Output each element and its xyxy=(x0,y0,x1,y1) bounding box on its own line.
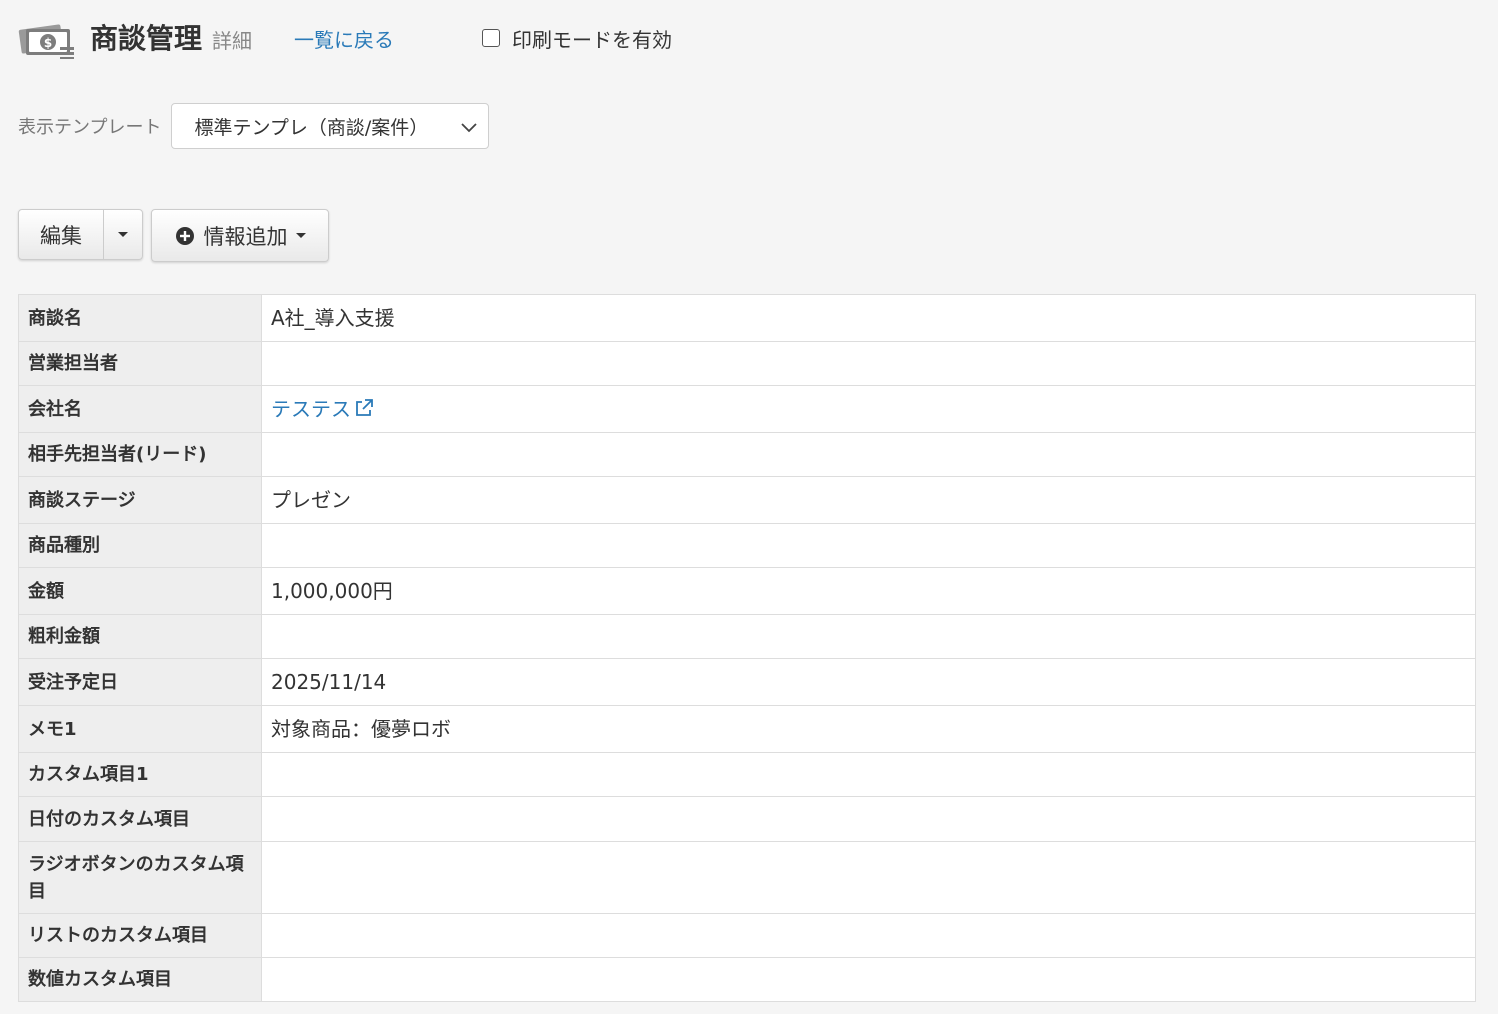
chevron-down-icon xyxy=(461,123,478,133)
external-link-icon[interactable] xyxy=(354,398,374,418)
table-row: 営業担当者 xyxy=(18,341,1476,386)
table-row: 日付のカスタム項目 xyxy=(18,796,1476,842)
company-link[interactable]: テステス xyxy=(271,397,351,421)
field-label: 数値カスタム項目 xyxy=(18,957,262,1002)
template-selected-value: 標準テンプレ（商談/案件） xyxy=(194,116,429,139)
template-label: 表示テンプレート xyxy=(18,117,162,138)
table-row: 商品種別 xyxy=(18,523,1476,568)
field-label: 粗利金額 xyxy=(18,614,262,659)
table-row: メモ1 対象商品：優夢ロボ xyxy=(18,705,1476,753)
field-label: 商品種別 xyxy=(18,523,262,568)
field-label: メモ1 xyxy=(18,705,262,753)
field-value: プレゼン xyxy=(261,476,1476,524)
field-value xyxy=(261,432,1476,477)
svg-text:$: $ xyxy=(44,36,52,50)
page-header: $ 商談管理 詳細 一覧に戻る 印刷モードを有効 xyxy=(18,12,672,62)
table-row: リストのカスタム項目 xyxy=(18,913,1476,958)
field-value xyxy=(261,913,1476,958)
field-label: 金額 xyxy=(18,567,262,615)
edit-button[interactable]: 編集 xyxy=(19,210,104,259)
detail-table: 商談名 A社_導入支援 営業担当者 会社名 テステス 相手先担当者(リード) 商… xyxy=(18,294,1476,1002)
edit-dropdown-toggle[interactable] xyxy=(104,210,142,259)
field-value: 対象商品：優夢ロボ xyxy=(261,705,1476,753)
page-subtitle: 詳細 xyxy=(212,28,253,53)
field-label: ラジオボタンのカスタム項目 xyxy=(18,841,262,914)
field-label: 商談名 xyxy=(18,294,262,342)
plus-circle-icon xyxy=(175,226,194,245)
print-mode-label: 印刷モードを有効 xyxy=(512,27,673,52)
field-value xyxy=(261,752,1476,797)
field-label: 相手先担当者(リード) xyxy=(18,432,262,477)
caret-down-icon xyxy=(118,232,128,237)
field-value: A社_導入支援 xyxy=(261,294,1476,342)
template-select[interactable]: 標準テンプレ（商談/案件） xyxy=(171,103,490,149)
table-row: カスタム項目1 xyxy=(18,752,1476,797)
field-label: 受注予定日 xyxy=(18,658,262,706)
field-label: リストのカスタム項目 xyxy=(18,913,262,958)
field-label: 商談ステージ xyxy=(18,476,262,524)
table-row: ラジオボタンのカスタム項目 xyxy=(18,841,1476,914)
field-label: 営業担当者 xyxy=(18,341,262,386)
field-value xyxy=(261,957,1476,1002)
field-label: カスタム項目1 xyxy=(18,752,262,797)
field-value xyxy=(261,341,1476,386)
template-row: 表示テンプレート 標準テンプレ（商談/案件） xyxy=(18,102,490,150)
field-value xyxy=(261,796,1476,842)
money-icon: $ xyxy=(18,24,74,59)
field-value: 2025/11/14 xyxy=(261,658,1476,706)
print-mode-toggle[interactable]: 印刷モードを有効 xyxy=(482,24,672,53)
page-title: 商談管理 xyxy=(90,22,203,55)
table-row: 金額 1,000,000円 xyxy=(18,567,1476,615)
caret-down-icon xyxy=(295,233,306,238)
add-info-button[interactable]: 情報追加 xyxy=(151,209,329,262)
field-value xyxy=(261,614,1476,659)
field-value xyxy=(261,841,1476,914)
table-row: 相手先担当者(リード) xyxy=(18,432,1476,477)
table-row: 受注予定日 2025/11/14 xyxy=(18,658,1476,706)
table-row: 数値カスタム項目 xyxy=(18,957,1476,1002)
field-value xyxy=(261,523,1476,568)
table-row: 会社名 テステス xyxy=(18,385,1476,433)
edit-button-group: 編集 xyxy=(18,209,143,260)
table-row: 粗利金額 xyxy=(18,614,1476,659)
add-info-label: 情報追加 xyxy=(203,224,288,249)
field-value: 1,000,000円 xyxy=(261,567,1476,615)
field-label: 日付のカスタム項目 xyxy=(18,796,262,842)
field-label: 会社名 xyxy=(18,385,262,433)
toolbar: 編集 情報追加 xyxy=(18,209,329,262)
table-row: 商談ステージ プレゼン xyxy=(18,476,1476,524)
table-row: 商談名 A社_導入支援 xyxy=(18,294,1476,342)
back-to-list-link[interactable]: 一覧に戻る xyxy=(294,24,394,53)
field-value-cell: テステス xyxy=(261,385,1476,433)
page: $ 商談管理 詳細 一覧に戻る 印刷モードを有効 表示テンプレート 標準テンプレ… xyxy=(0,0,1498,1014)
print-mode-checkbox[interactable] xyxy=(482,29,501,47)
